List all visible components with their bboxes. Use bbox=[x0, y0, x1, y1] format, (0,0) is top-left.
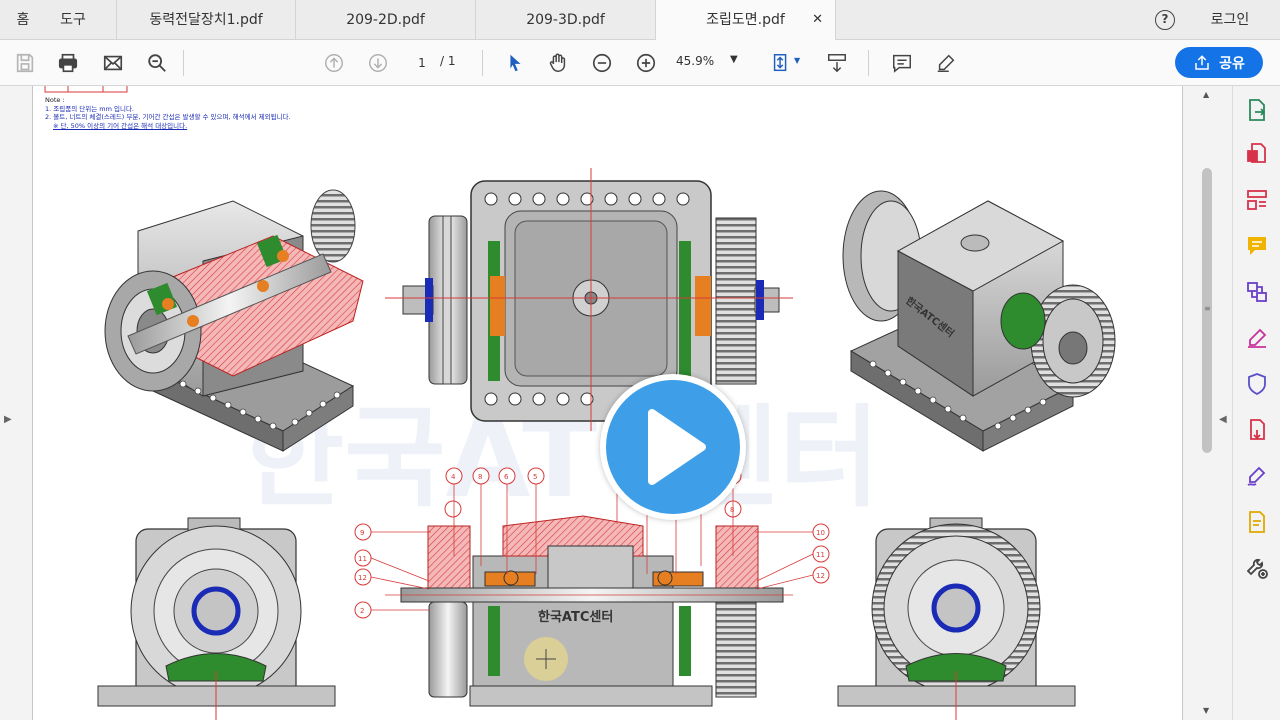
tab-document-active[interactable]: 조립도면.pdf ✕ bbox=[656, 0, 836, 41]
more-tools-icon[interactable] bbox=[1243, 554, 1271, 582]
document-area: ▶ Note : 1. 조립품의 단위는 mm 입니다. 2. 볼트, 너트의 … bbox=[0, 86, 1280, 720]
tab-label: 209-2D.pdf bbox=[346, 12, 425, 28]
callout-label: 12 bbox=[816, 572, 825, 580]
callout-label: 8 bbox=[478, 473, 482, 481]
left-side-view bbox=[97, 517, 336, 720]
scroll-up-icon[interactable]: ▲ bbox=[1203, 90, 1209, 99]
toolbar: / 1 45.9% ▼ ▼ 공유 bbox=[0, 40, 1280, 86]
scroll-down-icon[interactable]: ▼ bbox=[1203, 706, 1209, 715]
tab-close-icon[interactable]: ✕ bbox=[812, 0, 823, 40]
hand-tool-icon[interactable] bbox=[543, 48, 573, 78]
optimize-pdf-icon[interactable] bbox=[1243, 416, 1271, 444]
toolbar-divider bbox=[482, 50, 483, 76]
page-up-icon[interactable] bbox=[319, 48, 349, 78]
chevron-down-icon[interactable]: ▼ bbox=[730, 54, 738, 65]
tab-bar: 홈 도구 동력전달장치1.pdf 209-2D.pdf 209-3D.pdf 조… bbox=[0, 0, 1280, 41]
tab-label: 동력전달장치1.pdf bbox=[149, 12, 263, 28]
vertical-scrollbar[interactable]: ▲ ≡ ▼ bbox=[1199, 86, 1215, 720]
tab-document-1[interactable]: 동력전달장치1.pdf bbox=[116, 0, 296, 40]
callout-label: 5 bbox=[533, 473, 537, 481]
fill-sign-icon[interactable] bbox=[1243, 324, 1271, 352]
page-down-icon[interactable] bbox=[363, 48, 393, 78]
send-for-comments-icon[interactable] bbox=[1243, 508, 1271, 536]
isometric-exterior-view: 한국ATC센터 bbox=[842, 190, 1116, 452]
callout-label: 9 bbox=[360, 529, 364, 537]
tools-pane bbox=[1232, 86, 1280, 720]
highlight-pen-icon[interactable] bbox=[931, 48, 961, 78]
callout-label: 4 bbox=[451, 473, 456, 481]
pdf-viewer-window: 홈 도구 동력전달장치1.pdf 209-2D.pdf 209-3D.pdf 조… bbox=[0, 0, 1280, 720]
right-panel-toggle-icon[interactable]: ◀ bbox=[1219, 414, 1227, 425]
share-button[interactable]: 공유 bbox=[1175, 47, 1263, 78]
create-pdf-icon[interactable] bbox=[1243, 140, 1271, 168]
zoom-level-select[interactable]: 45.9% bbox=[676, 54, 714, 68]
request-signature-icon[interactable] bbox=[1243, 462, 1271, 490]
select-cursor-icon[interactable] bbox=[500, 48, 530, 78]
zoom-in-icon[interactable] bbox=[631, 48, 661, 78]
share-icon bbox=[1195, 54, 1209, 70]
title-block-fragment bbox=[44, 86, 128, 93]
login-link[interactable]: 로그인 bbox=[1200, 0, 1260, 40]
search-icon[interactable] bbox=[142, 48, 172, 78]
help-icon[interactable]: ? bbox=[1155, 10, 1175, 30]
tab-document-2[interactable]: 209-2D.pdf bbox=[296, 0, 476, 40]
edit-pdf-icon[interactable] bbox=[1243, 186, 1271, 214]
isometric-section-view bbox=[104, 189, 364, 452]
callout-label: 8 bbox=[730, 506, 734, 514]
play-button[interactable] bbox=[600, 374, 746, 520]
combine-files-icon[interactable] bbox=[1243, 278, 1271, 306]
mail-icon[interactable] bbox=[98, 48, 128, 78]
zoom-out-icon[interactable] bbox=[587, 48, 617, 78]
toolbar-divider bbox=[183, 50, 184, 76]
page-number-input[interactable] bbox=[408, 52, 436, 74]
page-total: / 1 bbox=[440, 54, 456, 68]
save-icon[interactable] bbox=[10, 48, 40, 78]
export-pdf-icon[interactable] bbox=[1243, 96, 1271, 124]
scroll-mode-icon[interactable] bbox=[822, 48, 852, 78]
tab-document-3[interactable]: 209-3D.pdf bbox=[476, 0, 656, 40]
play-icon bbox=[648, 409, 706, 485]
share-label: 공유 bbox=[1219, 55, 1245, 72]
callout-label: 2 bbox=[360, 607, 364, 615]
fit-page-icon[interactable] bbox=[766, 48, 796, 78]
comment-icon[interactable] bbox=[887, 48, 917, 78]
callout-label: 12 bbox=[358, 574, 367, 582]
toolbar-divider bbox=[868, 50, 869, 76]
tab-label: 조립도면.pdf bbox=[706, 12, 785, 28]
callout-label: 11 bbox=[816, 551, 825, 559]
left-panel-toggle-icon[interactable]: ▶ bbox=[4, 414, 12, 425]
pdf-page[interactable]: Note : 1. 조립품의 단위는 mm 입니다. 2. 볼트, 너트의 체결… bbox=[32, 86, 1183, 720]
tab-label: 209-3D.pdf bbox=[526, 12, 605, 28]
callout-label: 11 bbox=[358, 555, 367, 563]
nav-home[interactable]: 홈 bbox=[8, 0, 38, 40]
housing-engraving: 한국ATC센터 bbox=[538, 609, 613, 625]
front-elevation-view bbox=[385, 168, 793, 431]
print-icon[interactable] bbox=[53, 48, 83, 78]
grip-icon: ≡ bbox=[1204, 304, 1211, 313]
nav-tools[interactable]: 도구 bbox=[50, 0, 96, 40]
right-side-view bbox=[837, 517, 1076, 720]
fit-dropdown-icon[interactable]: ▼ bbox=[794, 56, 800, 65]
callout-label: 6 bbox=[504, 473, 509, 481]
comment-tool-icon[interactable] bbox=[1243, 232, 1271, 260]
callout-label: 10 bbox=[816, 529, 825, 537]
protect-shield-icon[interactable] bbox=[1243, 370, 1271, 398]
assembly-drawing: 한국ATC센터 한국ATC센터 한국ATC센터 4 8 6 5 8 9 10 1… bbox=[44, 86, 1116, 720]
